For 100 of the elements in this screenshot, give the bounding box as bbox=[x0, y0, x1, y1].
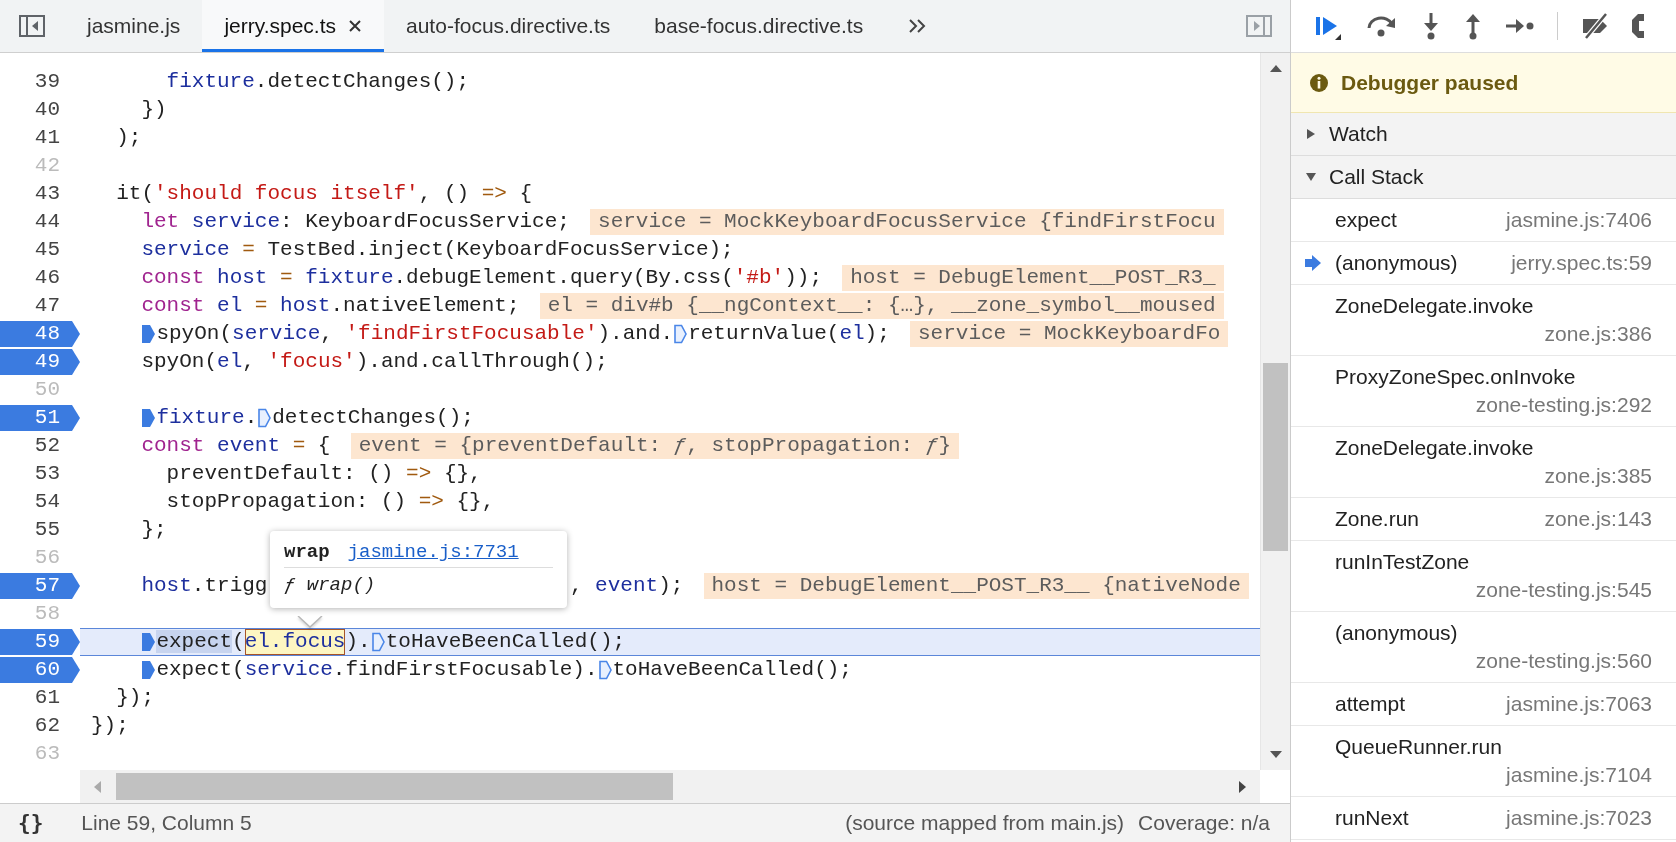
paused-text: Debugger paused bbox=[1341, 70, 1519, 95]
coverage-text: Coverage: n/a bbox=[1138, 811, 1270, 835]
inline-value: service = MockKeyboardFo bbox=[909, 321, 1229, 347]
call-frame[interactable]: (anonymous) zone-testing.js:560 bbox=[1291, 612, 1676, 683]
breakpoint-marker-icon[interactable] bbox=[598, 660, 612, 680]
code-text: fixture. bbox=[156, 405, 258, 431]
code-text: const event = { bbox=[140, 433, 331, 459]
scrollbar-thumb[interactable] bbox=[1263, 363, 1288, 551]
line-number[interactable]: 44 bbox=[0, 209, 80, 235]
sidebar-toggle-icon[interactable] bbox=[1246, 15, 1272, 37]
line-number[interactable]: 46 bbox=[0, 265, 80, 291]
function-name: ZoneDelegate.invoke bbox=[1335, 293, 1534, 319]
function-name: expect bbox=[1335, 207, 1397, 233]
sidebar-toggle-icon[interactable] bbox=[19, 15, 45, 37]
call-frame[interactable]: Zone.run zone.js:143 bbox=[1291, 498, 1676, 541]
code-text: let service: KeyboardFocusService; bbox=[140, 209, 570, 235]
call-frame[interactable]: QueueRunner.run jasmine.js:7104 bbox=[1291, 726, 1676, 797]
inline-value: host = DebugElement__POST_R3_ bbox=[842, 265, 1224, 291]
function-name: runInTestZone bbox=[1335, 549, 1470, 575]
line-number[interactable]: 40 bbox=[0, 97, 80, 123]
call-frame[interactable]: (anonymous) jerry.spec.ts:59 bbox=[1291, 242, 1676, 285]
line-number[interactable]: 39 bbox=[0, 69, 80, 95]
function-name: (anonymous) bbox=[1335, 250, 1458, 276]
pause-icon[interactable] bbox=[1630, 12, 1644, 40]
line-number[interactable]: 45 bbox=[0, 237, 80, 263]
line-number[interactable]: 62 bbox=[0, 713, 80, 739]
function-name: attempt bbox=[1335, 691, 1406, 717]
line-number[interactable]: 51 bbox=[0, 405, 80, 431]
function-signature: ƒ wrap() bbox=[284, 573, 377, 596]
line-number[interactable]: 47 bbox=[0, 293, 80, 319]
line-number[interactable]: 41 bbox=[0, 125, 80, 151]
breakpoint-marker-icon[interactable] bbox=[142, 408, 156, 428]
double-chevron-icon[interactable] bbox=[907, 18, 928, 34]
section-header[interactable]: Call Stack bbox=[1291, 156, 1676, 199]
breakpoint-marker-icon[interactable] bbox=[674, 324, 688, 344]
breakpoint-marker-icon[interactable] bbox=[258, 408, 272, 428]
line-number[interactable]: 61 bbox=[0, 685, 80, 711]
breakpoint-marker-icon[interactable] bbox=[371, 632, 385, 652]
line-number[interactable]: 49 bbox=[0, 349, 80, 375]
source-location: zone.js:385 bbox=[1544, 463, 1652, 489]
line-number[interactable]: 60 bbox=[0, 657, 80, 683]
code-text: spyOn(service, 'findFirstFocusable').and. bbox=[156, 321, 674, 347]
file-tab[interactable]: base-focus.directive.ts bbox=[632, 0, 886, 52]
function-name: wrap bbox=[284, 541, 330, 563]
scroll-right-icon[interactable] bbox=[1238, 779, 1248, 794]
call-frame[interactable]: ProxyZoneSpec.onInvoke zone-testing.js:292 bbox=[1291, 356, 1676, 427]
step-out-icon[interactable] bbox=[1463, 12, 1483, 40]
source-link[interactable]: jasmine.js:7731 bbox=[347, 541, 519, 563]
code-text: detectChanges(); bbox=[272, 405, 474, 431]
step-icon[interactable] bbox=[1505, 16, 1535, 36]
line-number[interactable]: 57 bbox=[0, 573, 80, 599]
function-name: Zone.run bbox=[1335, 506, 1420, 532]
code-text: }); bbox=[115, 685, 154, 711]
info-icon bbox=[1309, 72, 1329, 93]
function-name: QueueRunner.run bbox=[1335, 734, 1502, 760]
code-text: expect(service.findFirstFocusable). bbox=[156, 657, 598, 683]
scroll-down-icon[interactable] bbox=[1268, 750, 1283, 760]
source-location: jasmine.js:7023 bbox=[1506, 805, 1652, 831]
code-text: spyOn(el, 'focus').and.callThrough(); bbox=[140, 349, 608, 375]
source-location: zone.js:386 bbox=[1544, 321, 1652, 347]
code-text: it('should focus itself', () => { bbox=[115, 181, 533, 207]
code-text: host.trigg bbox=[140, 573, 268, 599]
line-number[interactable]: 52 bbox=[0, 433, 80, 459]
function-name: (anonymous) bbox=[1335, 620, 1458, 646]
source-location: zone-testing.js:292 bbox=[1475, 392, 1652, 418]
call-frame[interactable]: runNext jasmine.js:7023 bbox=[1291, 797, 1676, 840]
source-location: zone-testing.js:560 bbox=[1475, 648, 1652, 674]
file-tab[interactable]: jerry.spec.ts bbox=[202, 0, 384, 52]
line-number[interactable]: 43 bbox=[0, 181, 80, 207]
call-frame[interactable]: ZoneDelegate.invoke zone.js:386 bbox=[1291, 285, 1676, 356]
breakpoint-marker-icon[interactable] bbox=[142, 660, 156, 680]
close-icon[interactable] bbox=[348, 19, 362, 33]
section-header[interactable]: Watch bbox=[1291, 113, 1676, 156]
breakpoint-marker-icon[interactable] bbox=[142, 324, 156, 344]
line-number[interactable]: 53 bbox=[0, 461, 80, 487]
step-into-icon[interactable] bbox=[1421, 12, 1441, 40]
line-number[interactable]: 54 bbox=[0, 489, 80, 515]
file-tab[interactable]: auto-focus.directive.ts bbox=[384, 0, 633, 52]
line-number[interactable]: 55 bbox=[0, 517, 80, 543]
code-text: }; bbox=[140, 517, 167, 543]
call-frame[interactable]: attempt jasmine.js:7063 bbox=[1291, 683, 1676, 726]
pretty-print-button[interactable]: {} bbox=[18, 811, 44, 835]
code-text: toHaveBeenCalled(); bbox=[385, 629, 626, 655]
code-text: const el = host.nativeElement; bbox=[140, 293, 520, 319]
scroll-up-icon[interactable] bbox=[1268, 63, 1283, 73]
scrollbar-thumb[interactable] bbox=[116, 773, 673, 800]
call-frame[interactable]: ZoneDelegate.invoke zone.js:385 bbox=[1291, 427, 1676, 498]
call-frame[interactable]: expect jasmine.js:7406 bbox=[1291, 199, 1676, 242]
line-number[interactable]: 59 bbox=[0, 629, 80, 655]
code-text: }) bbox=[140, 97, 167, 123]
source-location: jasmine.js:7104 bbox=[1506, 762, 1652, 788]
code-text: toHaveBeenCalled(); bbox=[612, 657, 852, 683]
line-number[interactable]: 48 bbox=[0, 321, 80, 347]
inline-value: el = div#b {__ngContext__: {…}, __zone_symbol__moused bbox=[539, 293, 1224, 319]
call-frame[interactable]: runInTestZone zone-testing.js:545 bbox=[1291, 541, 1676, 612]
source-location: jasmine.js:7406 bbox=[1506, 207, 1652, 233]
code-text: returnValue(el); bbox=[688, 321, 890, 347]
hovered-expression: el.focus bbox=[244, 629, 346, 655]
inline-value: event = {preventDefault: ƒ, stopPropagation: ƒ} bbox=[350, 433, 959, 459]
file-tab[interactable]: jasmine.js bbox=[65, 0, 203, 52]
